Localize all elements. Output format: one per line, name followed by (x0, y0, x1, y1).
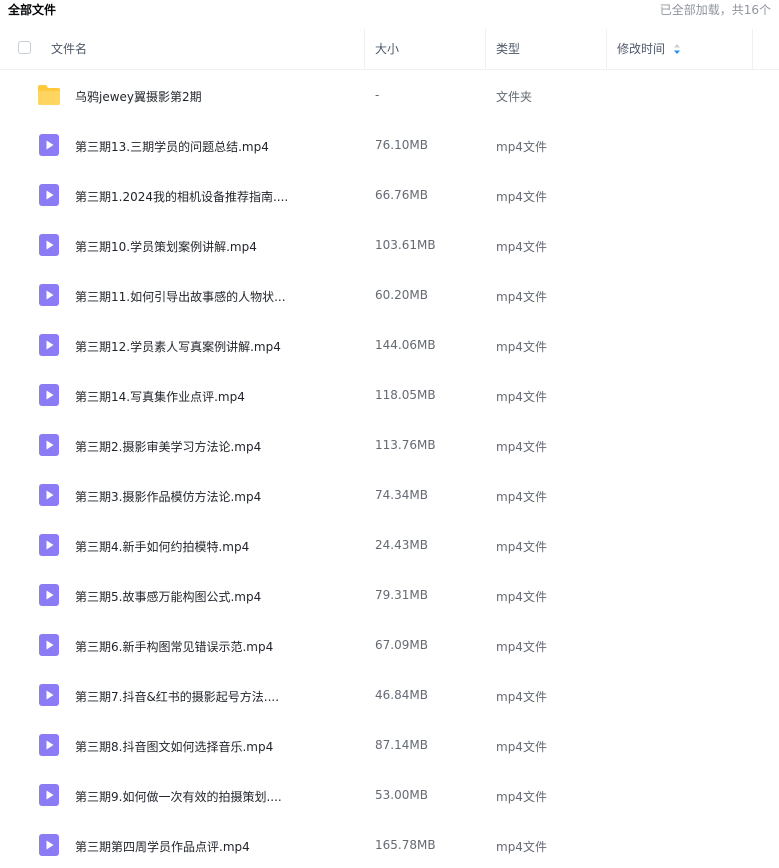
folder-icon (38, 85, 60, 105)
table-row[interactable]: 第三期13.三期学员的问题总结.mp4 76.10MB mp4文件 (0, 120, 779, 170)
column-divider (752, 29, 753, 69)
file-type: mp4文件 (496, 790, 547, 804)
table-row[interactable]: 第三期1.2024我的相机设备推荐指南.... 66.76MB mp4文件 (0, 170, 779, 220)
table-header: 文件名 大小 类型 修改时间 (0, 29, 779, 70)
file-name[interactable]: 第三期5.故事感万能构图公式.mp4 (75, 588, 261, 605)
video-file-icon (39, 584, 59, 606)
file-size: 87.14MB (375, 738, 428, 752)
video-file-icon (39, 184, 59, 206)
file-size: 67.09MB (375, 638, 428, 652)
file-size: 103.61MB (375, 238, 436, 252)
file-name[interactable]: 第三期10.学员策划案例讲解.mp4 (75, 238, 257, 255)
load-status: 已全部加载，共16个 (659, 3, 771, 17)
file-size: 118.05MB (375, 388, 436, 402)
file-name[interactable]: 第三期2.摄影审美学习方法论.mp4 (75, 438, 261, 455)
table-row[interactable]: 第三期8.抖音图文如何选择音乐.mp4 87.14MB mp4文件 (0, 720, 779, 770)
table-row[interactable]: 第三期9.如何做一次有效的拍摄策划.... 53.00MB mp4文件 (0, 770, 779, 820)
file-type: mp4文件 (496, 440, 547, 454)
file-type: mp4文件 (496, 640, 547, 654)
column-divider[interactable] (606, 29, 607, 69)
table-row[interactable]: 第三期11.如何引导出故事感的人物状... 60.20MB mp4文件 (0, 270, 779, 320)
file-size: 144.06MB (375, 338, 436, 352)
table-row[interactable]: 第三期12.学员素人写真案例讲解.mp4 144.06MB mp4文件 (0, 320, 779, 370)
file-size: 24.43MB (375, 538, 428, 552)
file-name[interactable]: 第三期14.写真集作业点评.mp4 (75, 388, 245, 405)
video-file-icon (39, 834, 59, 856)
file-type: mp4文件 (496, 690, 547, 704)
file-type: mp4文件 (496, 840, 547, 854)
video-file-icon (39, 234, 59, 256)
table-row[interactable]: 第三期第四周学员作品点评.mp4 165.78MB mp4文件 (0, 820, 779, 868)
file-type: mp4文件 (496, 540, 547, 554)
file-list-page: 全部文件 已全部加载，共16个 文件名 大小 类型 修改时间 乌鸦jewey翼摄… (0, 0, 779, 868)
table-row[interactable]: 第三期7.抖音&红书的摄影起号方法.... 46.84MB mp4文件 (0, 670, 779, 720)
file-name[interactable]: 第三期11.如何引导出故事感的人物状... (75, 288, 286, 305)
video-file-icon (39, 284, 59, 306)
column-header-name[interactable]: 文件名 (51, 40, 87, 57)
video-file-icon (39, 534, 59, 556)
table-row[interactable]: 第三期2.摄影审美学习方法论.mp4 113.76MB mp4文件 (0, 420, 779, 470)
table-row[interactable]: 第三期10.学员策划案例讲解.mp4 103.61MB mp4文件 (0, 220, 779, 270)
file-name[interactable]: 第三期第四周学员作品点评.mp4 (75, 838, 250, 855)
file-type: mp4文件 (496, 590, 547, 604)
video-file-icon (39, 484, 59, 506)
file-name[interactable]: 第三期4.新手如何约拍模特.mp4 (75, 538, 249, 555)
file-size: 46.84MB (375, 688, 428, 702)
column-header-modified[interactable]: 修改时间 (617, 40, 665, 57)
video-file-icon (39, 684, 59, 706)
video-file-icon (39, 134, 59, 156)
video-file-icon (39, 384, 59, 406)
file-name[interactable]: 第三期3.摄影作品模仿方法论.mp4 (75, 488, 261, 505)
table-row[interactable]: 乌鸦jewey翼摄影第2期 - 文件夹 (0, 70, 779, 120)
file-type: mp4文件 (496, 390, 547, 404)
table-row[interactable]: 第三期6.新手构图常见错误示范.mp4 67.09MB mp4文件 (0, 620, 779, 670)
video-file-icon (39, 434, 59, 456)
file-name[interactable]: 第三期1.2024我的相机设备推荐指南.... (75, 188, 288, 205)
column-divider[interactable] (364, 29, 365, 69)
file-size: - (375, 88, 380, 102)
video-file-icon (39, 734, 59, 756)
video-file-icon (39, 634, 59, 656)
file-name[interactable]: 第三期12.学员素人写真案例讲解.mp4 (75, 338, 281, 355)
file-size: 76.10MB (375, 138, 428, 152)
file-size: 113.76MB (375, 438, 436, 452)
file-type: mp4文件 (496, 290, 547, 304)
file-size: 74.34MB (375, 488, 428, 502)
file-size: 79.31MB (375, 588, 428, 602)
file-size: 66.76MB (375, 188, 428, 202)
video-file-icon (39, 334, 59, 356)
column-header-type[interactable]: 类型 (496, 40, 520, 57)
file-name[interactable]: 第三期7.抖音&红书的摄影起号方法.... (75, 688, 279, 705)
file-name[interactable]: 第三期9.如何做一次有效的拍摄策划.... (75, 788, 282, 805)
column-divider[interactable] (485, 29, 486, 69)
table-row[interactable]: 第三期3.摄影作品模仿方法论.mp4 74.34MB mp4文件 (0, 470, 779, 520)
file-size: 53.00MB (375, 788, 428, 802)
file-name[interactable]: 乌鸦jewey翼摄影第2期 (75, 88, 202, 105)
file-type: mp4文件 (496, 340, 547, 354)
file-size: 165.78MB (375, 838, 436, 852)
select-all-checkbox[interactable] (18, 41, 31, 54)
table-row[interactable]: 第三期14.写真集作业点评.mp4 118.05MB mp4文件 (0, 370, 779, 420)
column-header-size[interactable]: 大小 (375, 40, 399, 57)
file-size: 60.20MB (375, 288, 428, 302)
video-file-icon (39, 784, 59, 806)
file-name[interactable]: 第三期6.新手构图常见错误示范.mp4 (75, 638, 273, 655)
sort-icon[interactable] (673, 43, 681, 55)
breadcrumb[interactable]: 全部文件 (8, 1, 56, 18)
file-type: mp4文件 (496, 490, 547, 504)
file-type: mp4文件 (496, 240, 547, 254)
top-bar: 全部文件 已全部加载，共16个 (0, 0, 779, 18)
file-type: mp4文件 (496, 740, 547, 754)
file-name[interactable]: 第三期13.三期学员的问题总结.mp4 (75, 138, 269, 155)
file-type: 文件夹 (496, 90, 533, 104)
table-row[interactable]: 第三期4.新手如何约拍模特.mp4 24.43MB mp4文件 (0, 520, 779, 570)
file-list: 乌鸦jewey翼摄影第2期 - 文件夹第三期13.三期学员的问题总结.mp4 76.1… (0, 70, 779, 868)
file-type: mp4文件 (496, 190, 547, 204)
file-type: mp4文件 (496, 140, 547, 154)
file-name[interactable]: 第三期8.抖音图文如何选择音乐.mp4 (75, 738, 273, 755)
table-row[interactable]: 第三期5.故事感万能构图公式.mp4 79.31MB mp4文件 (0, 570, 779, 620)
